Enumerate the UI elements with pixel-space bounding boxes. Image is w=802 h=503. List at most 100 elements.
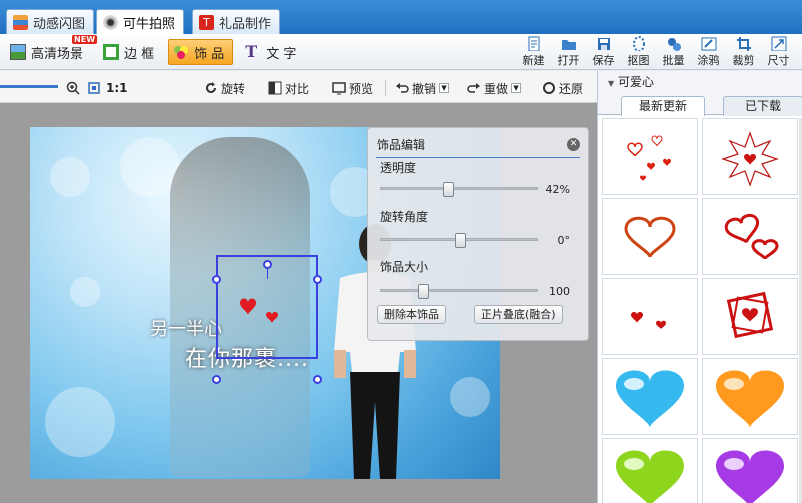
resize-handle-bottom-left[interactable] <box>212 375 221 384</box>
redo-label: 重做 <box>484 81 509 96</box>
opacity-slider[interactable] <box>380 182 538 197</box>
magnifier-icon <box>66 81 80 95</box>
tab-downloaded[interactable]: 已下载 <box>723 96 802 116</box>
cutout-label: 抠图 <box>627 54 650 67</box>
delete-ornament-button[interactable]: 删除本饰品 <box>377 305 446 324</box>
panel-title: 饰品编辑 <box>377 138 426 152</box>
frame-icon <box>103 44 120 60</box>
open-button[interactable]: 打开 <box>551 36 586 68</box>
contrast-label: 对比 <box>285 81 310 96</box>
ornament-thumb-scattered-hearts[interactable] <box>602 118 698 195</box>
text-button[interactable]: T 文 字 <box>241 39 304 65</box>
ornament-size-value: 100 <box>549 285 570 298</box>
ornament-thumb-framed-heart[interactable] <box>702 278 798 355</box>
restore-label: 还原 <box>559 81 584 96</box>
rotate-angle-slider-knob[interactable] <box>455 233 466 248</box>
zoom-in-button[interactable] <box>66 79 80 97</box>
new-button[interactable]: 新建 <box>516 36 551 68</box>
ornament-thumb-tiny-hearts[interactable] <box>602 278 698 355</box>
bokeh-light <box>50 157 90 197</box>
redo-icon <box>467 83 480 93</box>
preview-button[interactable]: 预览 <box>332 79 373 97</box>
main-toolbar: 高清场景 NEW 边 框 饰 品 T 文 字 新建 打开 保存 抠图 批量 涂鸦… <box>0 34 802 70</box>
fit-screen-icon <box>88 82 100 94</box>
tab-gift[interactable]: T 礼品制作 <box>192 9 281 34</box>
resize-handle-bottom-right[interactable] <box>313 375 322 384</box>
outline-heart-icon <box>624 216 676 258</box>
cutout-button[interactable]: 抠图 <box>621 36 656 68</box>
hd-scene-button[interactable]: 高清场景 NEW <box>6 35 98 65</box>
tab-label: 可牛拍照 <box>123 16 176 32</box>
scattered-hearts-icon <box>627 135 671 181</box>
contrast-button[interactable]: 对比 <box>268 79 309 97</box>
category-label: 可爱心 <box>617 75 654 89</box>
camera-icon <box>103 14 118 30</box>
zoom-ratio[interactable]: 1:1 <box>106 79 128 97</box>
fit-button[interactable] <box>87 79 101 97</box>
rotate-angle-label: 旋转角度 <box>380 210 429 224</box>
ornament-button[interactable]: 饰 品 <box>168 39 234 65</box>
rotate-button[interactable]: 旋转 <box>204 79 245 97</box>
resize-label: 尺寸 <box>767 54 790 67</box>
tab-latest[interactable]: 最新更新 <box>621 96 705 116</box>
doodle-button[interactable]: 涂鸦 <box>691 36 726 68</box>
restore-button[interactable]: 还原 <box>542 79 583 97</box>
undo-button[interactable]: 撤销 ▼ <box>395 79 450 97</box>
frame-button[interactable]: 边 框 <box>99 39 162 65</box>
open-label: 打开 <box>557 54 580 67</box>
resize-handle-top-left[interactable] <box>212 275 221 284</box>
collapse-triangle-icon: ▼ <box>608 79 615 88</box>
ornament-thumb-two-outline-hearts[interactable] <box>702 198 798 275</box>
canvas-area: 另一半心 在你那裹.... 饰品编辑 ✕ 透明度 42% 旋转角度 0° 饰品大… <box>0 103 597 503</box>
ornament-thumb-blue-heart[interactable] <box>602 358 698 435</box>
text-t-icon: T <box>245 42 258 61</box>
brush-icon <box>701 37 716 51</box>
new-badge: NEW <box>72 35 98 44</box>
save-disk-icon <box>597 38 610 50</box>
ornament-thumb-orange-heart[interactable] <box>702 358 798 435</box>
rotate-icon <box>206 82 216 93</box>
crop-icon <box>736 37 751 51</box>
redo-button[interactable]: 重做 ▼ <box>467 79 522 97</box>
ornament-grid <box>602 118 798 503</box>
tab-camera[interactable]: 可牛拍照 <box>96 9 185 34</box>
resize-button[interactable]: 尺寸 <box>761 36 796 68</box>
open-folder-icon <box>561 40 576 50</box>
multiply-blend-button[interactable]: 正片叠底(融合) <box>474 305 563 324</box>
ornament-label: 饰 品 <box>194 46 225 62</box>
orange-glossy-heart-icon <box>716 369 784 428</box>
ornament-thumb-starburst-heart[interactable] <box>702 118 798 195</box>
ornament-edit-panel: 饰品编辑 ✕ 透明度 42% 旋转角度 0° 饰品大小 100 删除本饰品 正片… <box>367 127 589 341</box>
save-label: 保存 <box>592 54 615 67</box>
category-header[interactable]: ▼ 可爱心 <box>598 71 802 93</box>
close-icon[interactable]: ✕ <box>567 138 580 151</box>
contrast-icon <box>268 81 282 95</box>
tab-label: 礼品制作 <box>219 16 272 32</box>
undo-dropdown-icon[interactable]: ▼ <box>439 83 450 93</box>
ornament-library-panel: ▼ 可爱心 最新更新 已下载 <box>597 71 802 503</box>
batch-button[interactable]: 批量 <box>656 36 691 68</box>
framed-heart-icon <box>726 291 774 338</box>
redo-dropdown-icon[interactable]: ▼ <box>511 83 522 93</box>
rotate-angle-slider[interactable] <box>380 233 538 248</box>
doodle-label: 涂鸦 <box>697 54 720 67</box>
ornament-thumb-purple-heart[interactable] <box>702 438 798 503</box>
tab-dynamic-gif[interactable]: 动感闪图 <box>6 9 95 34</box>
crop-button[interactable]: 裁剪 <box>726 36 761 68</box>
ornament-thumb-outline-heart[interactable] <box>602 198 698 275</box>
resize-handle-top-right[interactable] <box>313 275 322 284</box>
film-strip-icon <box>13 14 28 30</box>
rotate-angle-value: 0° <box>557 234 571 247</box>
opacity-slider-knob[interactable] <box>443 182 454 197</box>
separator <box>385 80 386 96</box>
save-button[interactable]: 保存 <box>586 36 621 68</box>
panel-divider <box>376 157 580 158</box>
ornament-size-slider[interactable] <box>380 284 538 299</box>
cutout-icon <box>632 36 645 51</box>
ornament-size-slider-knob[interactable] <box>418 284 429 299</box>
ornament-thumb-green-heart[interactable] <box>602 438 698 503</box>
preview-icon <box>332 82 346 95</box>
zoom-slider[interactable] <box>0 85 58 88</box>
frame-label: 边 框 <box>124 46 155 62</box>
gift-icon: T <box>199 14 214 30</box>
